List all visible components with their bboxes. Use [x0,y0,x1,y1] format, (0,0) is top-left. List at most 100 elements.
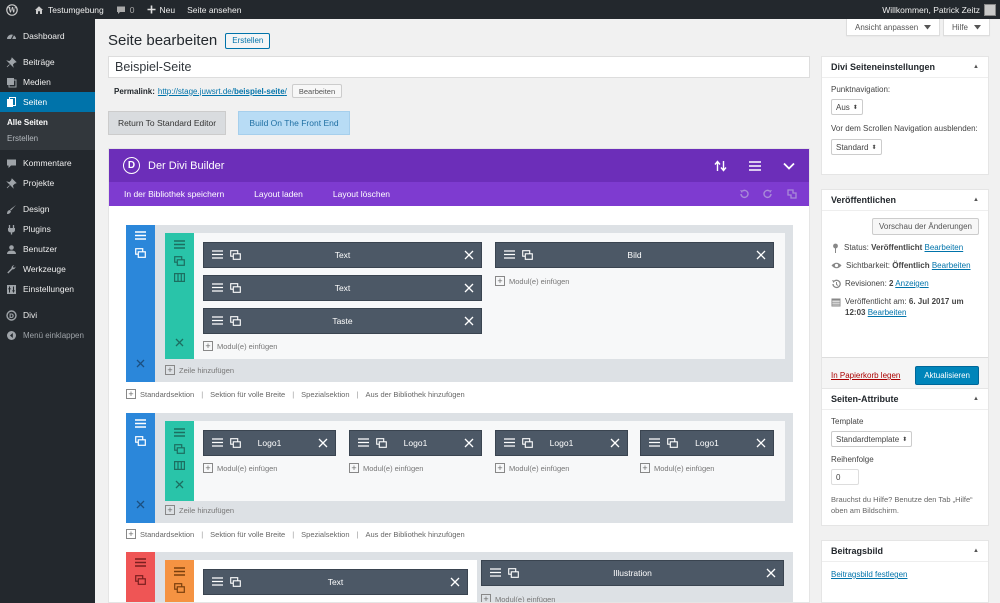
save-to-library-button[interactable]: In der Bibliothek speichern [124,189,224,199]
close-icon[interactable] [766,568,776,578]
section-handle[interactable] [126,552,155,602]
move-handle-icon[interactable] [212,438,223,447]
duplicate-icon[interactable] [230,316,241,326]
module-text[interactable]: Text [203,275,482,301]
edit-date-link[interactable]: Bearbeiten [868,308,907,317]
move-handle-icon[interactable] [174,428,185,437]
edit-status-link[interactable]: Bearbeiten [925,243,964,252]
site-name-link[interactable]: Testumgebung [28,0,110,19]
add-standard-section[interactable]: Standardsektion [140,390,194,399]
box-header[interactable]: Divi Seiteneinstellungen ▲ [822,57,988,78]
add-module-button[interactable]: + Modul(e) einfügen [349,463,423,473]
row-handle[interactable] [165,560,194,602]
menu-icon[interactable] [749,160,761,171]
duplicate-icon[interactable] [174,256,185,266]
dot-nav-select[interactable]: Aus ⬍ [831,99,863,115]
module-logo[interactable]: Logo1 [203,430,336,456]
duplicate-icon[interactable] [230,283,241,293]
module-text[interactable]: Text [203,569,468,595]
duplicate-icon[interactable] [376,438,387,448]
move-handle-icon[interactable] [504,250,515,259]
redo-icon[interactable] [763,189,773,199]
module-logo[interactable]: Logo1 [495,430,628,456]
account-menu[interactable]: Willkommen, Patrick Zeitz [876,0,1000,19]
move-handle-icon[interactable] [358,438,369,447]
return-standard-editor-button[interactable]: Return To Standard Editor [108,111,226,135]
add-module-button[interactable]: + Modul(e) einfügen [203,463,277,473]
duplicate-icon[interactable] [522,250,533,260]
box-header[interactable]: Veröffentlichen ▲ [822,190,988,211]
build-front-end-button[interactable]: Build On The Front End [238,111,350,135]
add-module-button[interactable]: + Modul(e) einfügen [203,341,277,351]
permalink-link[interactable]: http://stage.juwsrt.de/beispiel-seite/ [158,87,287,96]
preview-changes-button[interactable]: Vorschau der Änderungen [872,218,979,235]
move-handle-icon[interactable] [212,316,223,325]
duplicate-icon[interactable] [174,583,185,593]
chevron-down-icon[interactable] [783,162,795,170]
duplicate-icon[interactable] [522,438,533,448]
move-handle-icon[interactable] [212,283,223,292]
delete-section-icon[interactable] [136,500,145,509]
clear-layout-button[interactable]: Layout löschen [333,189,390,199]
duplicate-icon[interactable] [135,575,146,585]
module-image[interactable]: Bild [495,242,774,268]
move-handle-icon[interactable] [212,577,223,586]
add-module-button[interactable]: + Modul(e) einfügen [640,463,714,473]
section-standard[interactable]: Text Text Taste + Modul(e) einfügen Bild… [126,225,793,382]
sidebar-item-projects[interactable]: Projekte [0,173,95,193]
template-select[interactable]: Standardtemplate ⬍ [831,431,913,447]
view-page-link[interactable]: Seite ansehen [181,0,247,19]
columns-icon[interactable] [174,461,185,470]
row[interactable]: Logo1 Logo1 Logo1 Logo1 + Modul(e) einfü… [165,421,785,501]
add-specialty-section[interactable]: Spezialsektion [301,390,349,399]
move-handle-icon[interactable] [490,568,501,577]
update-button[interactable]: Aktualisieren [915,366,979,385]
sidebar-item-divi[interactable]: D Divi [0,305,95,325]
add-specialty-section[interactable]: Spezialsektion [301,530,349,539]
add-new-page-button[interactable]: Erstellen [225,32,271,49]
move-handle-icon[interactable] [649,438,660,447]
edit-visibility-link[interactable]: Bearbeiten [932,261,971,270]
sidebar-item-design[interactable]: Design [0,199,95,219]
duplicate-icon[interactable] [230,250,241,260]
duplicate-icon[interactable] [230,577,241,587]
collapse-triangle-icon[interactable]: ▲ [973,197,979,203]
move-handle-icon[interactable] [135,558,146,567]
view-revisions-link[interactable]: Anzeigen [895,279,928,288]
add-fullwidth-section[interactable]: Sektion für volle Breite [210,530,285,539]
add-row-button[interactable]: + Zeile hinzufügen [165,505,234,515]
close-icon[interactable] [464,283,474,293]
module-text[interactable]: Text [203,242,482,268]
add-from-library[interactable]: Aus der Bibliothek hinzufügen [365,390,464,399]
module-logo[interactable]: Logo1 [640,430,774,456]
sidebar-item-pages[interactable]: Seiten [0,92,95,112]
row-handle[interactable] [165,421,194,501]
section-standard[interactable]: Logo1 Logo1 Logo1 Logo1 + Modul(e) einfü… [126,413,793,523]
screen-options-button[interactable]: Ansicht anpassen [846,19,941,36]
delete-row-icon[interactable] [175,338,184,347]
submenu-add-new[interactable]: Erstellen [0,131,95,147]
add-fullwidth-section[interactable]: Sektion für volle Breite [210,390,285,399]
hide-nav-select[interactable]: Standard ⬍ [831,139,882,155]
module-illustration[interactable]: Illustration [481,560,784,586]
box-header[interactable]: Seiten-Attribute ▲ [822,389,988,410]
row[interactable]: Text Text Taste + Modul(e) einfügen Bild… [165,233,785,359]
submenu-all-pages[interactable]: Alle Seiten [0,115,95,131]
move-handle-icon[interactable] [504,438,515,447]
wordpress-logo-button[interactable]: W [0,0,28,19]
comments-link[interactable]: 0 [110,0,141,19]
delete-section-icon[interactable] [136,359,145,368]
add-module-button[interactable]: + Modul(e) einfügen [481,594,555,602]
undo-icon[interactable] [739,189,749,199]
sidebar-item-media[interactable]: Medien [0,72,95,92]
close-icon[interactable] [318,438,328,448]
close-icon[interactable] [756,438,766,448]
permalink-edit-button[interactable]: Bearbeiten [291,84,343,98]
add-standard-section[interactable]: Standardsektion [140,530,194,539]
collapse-triangle-icon[interactable]: ▲ [973,396,979,402]
collapse-triangle-icon[interactable]: ▲ [973,64,979,70]
move-handle-icon[interactable] [212,250,223,259]
close-icon[interactable] [464,438,474,448]
duplicate-icon[interactable] [174,444,185,454]
duplicate-icon[interactable] [508,568,519,578]
